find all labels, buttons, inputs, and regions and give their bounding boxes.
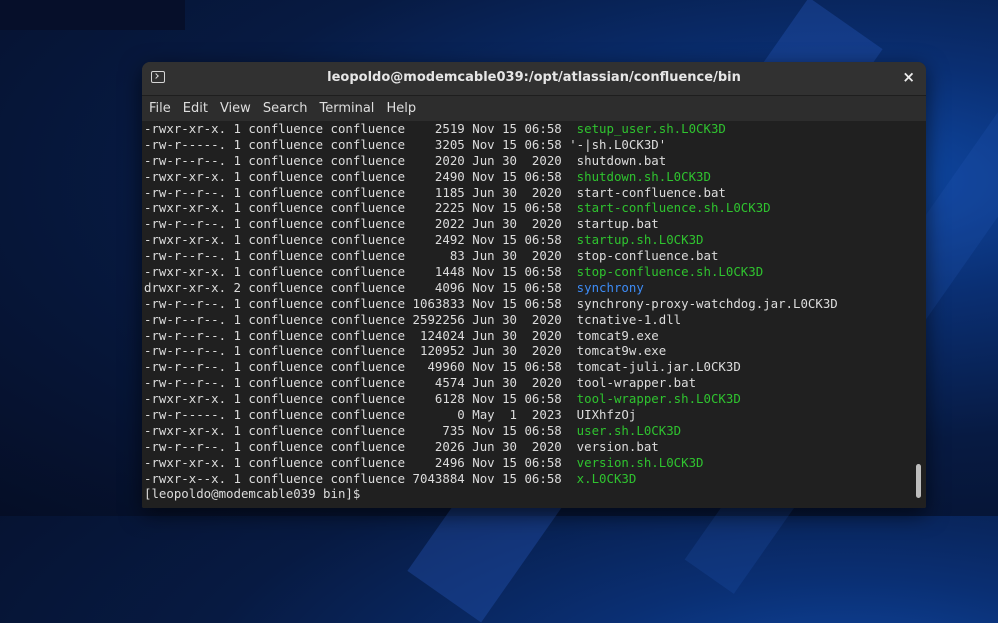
terminal-lines: -rwxr-xr-x. 1 confluence confluence 2519… xyxy=(144,121,838,502)
menu-help[interactable]: Help xyxy=(380,96,422,121)
menu-file[interactable]: File xyxy=(142,96,177,121)
file-name: tcnative-1.dll xyxy=(569,311,682,327)
shell-prompt[interactable]: [leopoldo@modemcable039 bin]$ xyxy=(144,486,838,502)
terminal-line: -rw-r--r--. 1 confluence confluence 83 J… xyxy=(144,248,838,264)
file-name: version.sh.L0CK3D xyxy=(569,454,704,470)
window-title: leopoldo@modemcable039:/opt/atlassian/co… xyxy=(327,70,741,85)
terminal-line: -rw-r-----. 1 confluence confluence 3205… xyxy=(144,137,838,153)
file-name: shutdown.sh.L0CK3D xyxy=(569,168,711,184)
file-name: UIXhfzOj xyxy=(569,407,637,423)
file-attributes: -rw-r--r--. 1 confluence confluence 2022… xyxy=(144,216,570,232)
file-name: tool-wrapper.sh.L0CK3D xyxy=(569,391,741,407)
file-attributes: -rw-r--r--. 1 confluence confluence 1240… xyxy=(144,327,570,343)
terminal-line: -rw-r--r--. 1 confluence confluence 2592… xyxy=(144,312,838,328)
file-name: startup.bat xyxy=(569,216,659,232)
terminal-line: -rwxr-xr-x. 1 confluence confluence 2490… xyxy=(144,169,838,185)
file-name: user.sh.L0CK3D xyxy=(569,422,682,438)
terminal-line: -rw-r--r--. 1 confluence confluence 4996… xyxy=(144,359,838,375)
file-attributes: -rwxr-xr-x. 1 confluence confluence 735 … xyxy=(144,422,570,438)
file-name: stop-confluence.sh.L0CK3D xyxy=(569,264,764,280)
file-attributes: -rw-r--r--. 1 confluence confluence 4996… xyxy=(144,359,570,375)
file-attributes: -rw-r--r--. 1 confluence confluence 83 J… xyxy=(144,248,570,264)
title-bar[interactable]: leopoldo@modemcable039:/opt/atlassian/co… xyxy=(142,62,926,96)
terminal-line: -rw-r--r--. 1 confluence confluence 1209… xyxy=(144,343,838,359)
desktop-top-panel xyxy=(0,0,185,30)
scrollbar-thumb[interactable] xyxy=(916,464,921,498)
menu-edit[interactable]: Edit xyxy=(177,96,214,121)
file-attributes: -rw-r--r--. 1 confluence confluence 2592… xyxy=(144,311,570,327)
file-name: start-confluence.sh.L0CK3D xyxy=(569,200,771,216)
scrollbar[interactable] xyxy=(916,121,924,508)
menu-search[interactable]: Search xyxy=(257,96,314,121)
file-name: x.L0CK3D xyxy=(569,470,637,486)
file-attributes: -rw-r-----. 1 confluence confluence 0 Ma… xyxy=(144,407,570,423)
terminal-line: -rwxr-xr-x. 1 confluence confluence 1448… xyxy=(144,264,838,280)
terminal-line: -rwxr-xr-x. 1 confluence confluence 6128… xyxy=(144,391,838,407)
file-name: synchrony xyxy=(569,279,644,295)
file-name: tool-wrapper.bat xyxy=(569,375,697,391)
file-attributes: -rwxr-xr-x. 1 confluence confluence 1448… xyxy=(144,264,570,280)
file-attributes: -rw-r--r--. 1 confluence confluence 4574… xyxy=(144,375,570,391)
terminal-output[interactable]: -rwxr-xr-x. 1 confluence confluence 2519… xyxy=(142,121,926,508)
terminal-line: -rw-r--r--. 1 confluence confluence 1185… xyxy=(144,185,838,201)
file-name: start-confluence.bat xyxy=(569,184,726,200)
file-name: tomcat-juli.jar.L0CK3D xyxy=(569,359,741,375)
terminal-line: -rwxr-xr-x. 1 confluence confluence 2225… xyxy=(144,200,838,216)
terminal-window[interactable]: leopoldo@modemcable039:/opt/atlassian/co… xyxy=(142,62,926,508)
file-attributes: -rw-r--r--. 1 confluence confluence 1063… xyxy=(144,295,570,311)
file-attributes: -rwxr-xr-x. 1 confluence confluence 2496… xyxy=(144,454,570,470)
terminal-line: -rwxr-x--x. 1 confluence confluence 7043… xyxy=(144,471,838,487)
file-attributes: -rwxr-x--x. 1 confluence confluence 7043… xyxy=(144,470,570,486)
terminal-line: -rw-r--r--. 1 confluence confluence 2026… xyxy=(144,439,838,455)
file-attributes: -rwxr-xr-x. 1 confluence confluence 2490… xyxy=(144,168,570,184)
terminal-line: drwxr-xr-x. 2 confluence confluence 4096… xyxy=(144,280,838,296)
terminal-line: -rw-r--r--. 1 confluence confluence 1240… xyxy=(144,328,838,344)
close-button[interactable]: × xyxy=(902,68,915,86)
terminal-line: -rwxr-xr-x. 1 confluence confluence 2519… xyxy=(144,121,838,137)
file-attributes: -rw-r--r--. 1 confluence confluence 2020… xyxy=(144,152,570,168)
terminal-line: -rwxr-xr-x. 1 confluence confluence 735 … xyxy=(144,423,838,439)
file-name: stop-confluence.bat xyxy=(569,248,719,264)
file-attributes: -rw-r-----. 1 confluence confluence 3205… xyxy=(144,136,570,152)
terminal-line: -rw-r--r--. 1 confluence confluence 2022… xyxy=(144,216,838,232)
file-name: '-|sh.L0CK3D' xyxy=(569,136,667,152)
file-attributes: drwxr-xr-x. 2 confluence confluence 4096… xyxy=(144,279,570,295)
terminal-line: -rwxr-xr-x. 1 confluence confluence 2492… xyxy=(144,232,838,248)
file-attributes: -rwxr-xr-x. 1 confluence confluence 2492… xyxy=(144,232,570,248)
file-attributes: -rw-r--r--. 1 confluence confluence 1185… xyxy=(144,184,570,200)
file-attributes: -rwxr-xr-x. 1 confluence confluence 2519… xyxy=(144,121,570,136)
file-name: synchrony-proxy-watchdog.jar.L0CK3D xyxy=(569,295,838,311)
terminal-line: -rwxr-xr-x. 1 confluence confluence 2496… xyxy=(144,455,838,471)
terminal-line: -rw-r--r--. 1 confluence confluence 4574… xyxy=(144,375,838,391)
menu-bar: File Edit View Search Terminal Help xyxy=(142,96,926,121)
terminal-line: -rw-r--r--. 1 confluence confluence 2020… xyxy=(144,153,838,169)
file-name: setup_user.sh.L0CK3D xyxy=(569,121,726,136)
file-name: version.bat xyxy=(569,438,659,454)
file-attributes: -rwxr-xr-x. 1 confluence confluence 6128… xyxy=(144,391,570,407)
terminal-line: -rw-r-----. 1 confluence confluence 0 Ma… xyxy=(144,407,838,423)
file-name: tomcat9w.exe xyxy=(569,343,667,359)
file-name: shutdown.bat xyxy=(569,152,667,168)
terminal-line: -rw-r--r--. 1 confluence confluence 1063… xyxy=(144,296,838,312)
file-attributes: -rw-r--r--. 1 confluence confluence 1209… xyxy=(144,343,570,359)
menu-view[interactable]: View xyxy=(214,96,257,121)
file-name: startup.sh.L0CK3D xyxy=(569,232,704,248)
file-name: tomcat9.exe xyxy=(569,327,659,343)
file-attributes: -rw-r--r--. 1 confluence confluence 2026… xyxy=(144,438,570,454)
file-attributes: -rwxr-xr-x. 1 confluence confluence 2225… xyxy=(144,200,570,216)
menu-terminal[interactable]: Terminal xyxy=(313,96,380,121)
